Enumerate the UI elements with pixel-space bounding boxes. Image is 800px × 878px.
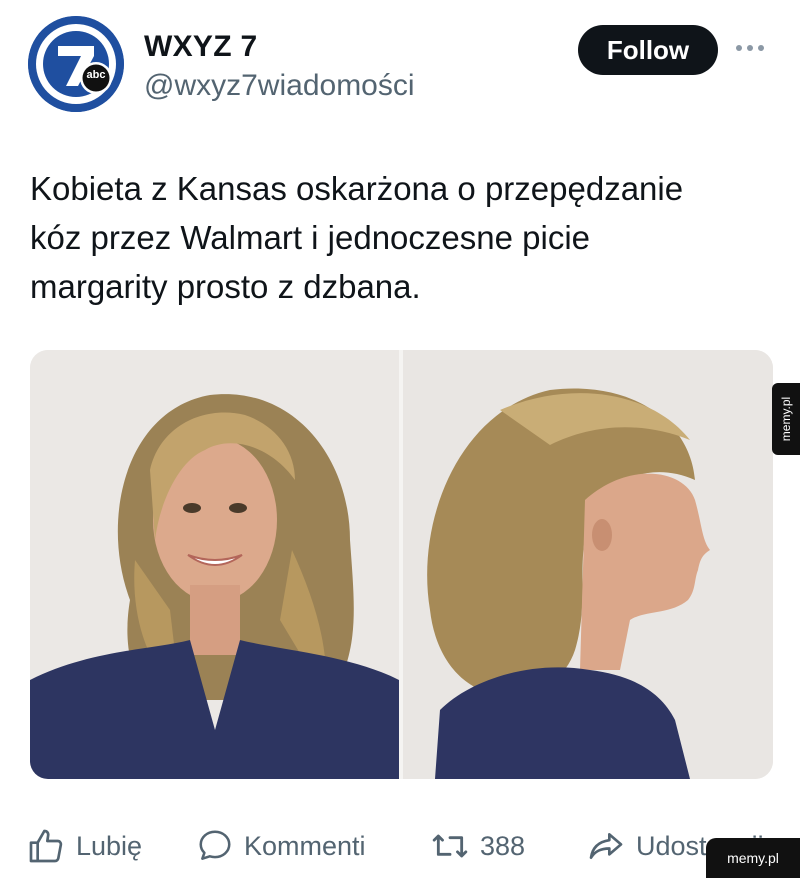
comment-label: Kommenti [244, 830, 366, 861]
retweet-button[interactable]: 388 [430, 818, 525, 874]
tweet-text: Kobieta z Kansas oskarżona o przepędzani… [30, 164, 780, 311]
tweet-line: Kobieta z Kansas oskarżona o przepędzani… [30, 170, 684, 207]
retweet-icon [432, 834, 468, 858]
retweet-count: 388 [480, 830, 526, 861]
tweet-line: kóz przez Walmart i jednoczesne picie [30, 219, 591, 256]
tweet-line: margarity prosto z dzbana. [30, 268, 421, 305]
watermark-side: memy.pl [772, 383, 800, 455]
wxyz-logo-icon [28, 16, 124, 112]
more-options-icon[interactable] [736, 36, 772, 60]
abc-logo-text: abc [86, 69, 106, 81]
share-arrow-icon [589, 833, 623, 859]
follow-button[interactable]: Follow [578, 25, 718, 75]
like-label: Lubię [76, 830, 143, 861]
comment-bubble-icon [199, 830, 231, 860]
mugshot-photo-icon [30, 350, 773, 779]
account-display-name[interactable]: WXYZ 7 [144, 30, 257, 64]
account-handle[interactable]: @wxyz7wiadomości [144, 69, 415, 103]
tweet-media[interactable] [30, 350, 773, 779]
thumbs-up-icon [29, 829, 63, 863]
watermark-side-text: memy.pl [779, 396, 793, 442]
like-button[interactable]: Lubię [26, 818, 142, 874]
comment-button[interactable]: Kommenti [196, 818, 366, 874]
account-avatar[interactable]: abc [28, 16, 124, 112]
tweet-actions: Lubię Kommenti 388 Udostępnij [0, 818, 800, 874]
watermark-bottom: memy.pl [706, 838, 800, 878]
